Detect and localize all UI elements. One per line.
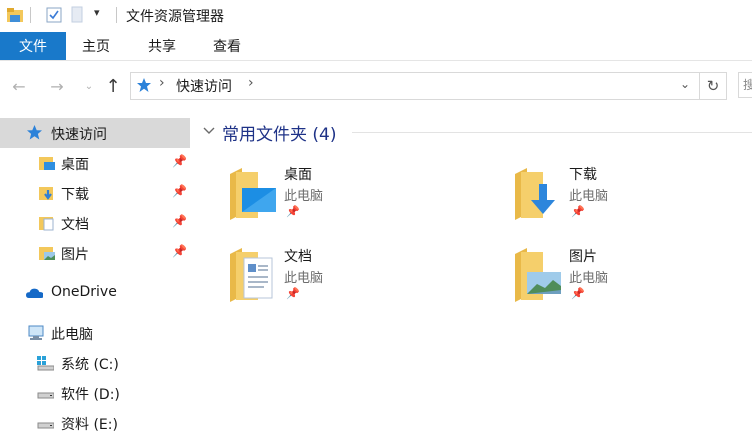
group-collapse-chevron-icon[interactable] [203, 125, 215, 137]
group-title[interactable]: 常用文件夹 (4) [222, 120, 336, 145]
folder-tile-downloads[interactable]: 下载 此电脑 📌 [507, 160, 747, 226]
documents-folder-icon [39, 217, 54, 231]
downloads-folder-icon [39, 187, 53, 200]
recent-locations-icon[interactable]: ⌄ [78, 75, 100, 97]
sidebar-label: OneDrive [51, 284, 117, 300]
breadcrumb-chevron-icon[interactable]: › [248, 75, 254, 91]
folder-tile-documents[interactable]: 文档 此电脑 📌 [222, 242, 482, 308]
refresh-button[interactable]: ↻ [700, 72, 727, 100]
sidebar-item-pictures[interactable]: 图片 📌 [0, 238, 190, 268]
search-input[interactable]: 搜 [738, 72, 752, 98]
tile-name: 桌面 [284, 167, 312, 183]
pin-icon: 📌 [571, 205, 585, 218]
refresh-icon: ↻ [706, 77, 720, 95]
forward-arrow-icon[interactable]: → [46, 75, 68, 97]
breadcrumb-chevron-icon[interactable]: › [159, 75, 165, 91]
drive-icon [37, 422, 54, 429]
sidebar-label: 图片 [61, 247, 89, 263]
sidebar-item-desktop[interactable]: 桌面 📌 [0, 148, 190, 178]
desktop-folder-icon [39, 157, 55, 170]
address-location[interactable]: 快速访问 [176, 76, 232, 96]
tile-location: 此电脑 [284, 189, 324, 204]
sidebar-label: 此电脑 [51, 327, 93, 343]
title-separator [116, 7, 117, 23]
pin-icon: 📌 [286, 287, 300, 300]
folder-tile-desktop[interactable]: 桌面 此电脑 📌 [222, 160, 482, 226]
window-title: 文件资源管理器 [126, 9, 224, 25]
tile-name: 图片 [569, 249, 597, 265]
tile-location: 此电脑 [569, 271, 609, 286]
sidebar-item-downloads[interactable]: 下载 📌 [0, 178, 190, 208]
tile-location: 此电脑 [284, 271, 324, 286]
pin-icon[interactable]: 📌 [172, 214, 187, 228]
sidebar-item-drive-e[interactable]: 资料 (E:) [0, 408, 190, 438]
tab-share[interactable]: 共享 [148, 32, 176, 60]
tile-name: 下载 [569, 167, 597, 183]
tile-location: 此电脑 [569, 189, 609, 204]
documents-folder-icon [230, 248, 273, 302]
pin-icon: 📌 [286, 205, 300, 218]
sidebar-label: 系统 (C:) [61, 357, 119, 373]
sidebar-item-drive-c[interactable]: 系统 (C:) [0, 348, 190, 378]
tile-name: 文档 [284, 249, 312, 265]
sidebar-item-documents[interactable]: 文档 📌 [0, 208, 190, 238]
quick-access-separator [30, 7, 31, 23]
ribbon-bar [0, 32, 752, 61]
pin-icon[interactable]: 📌 [172, 184, 187, 198]
system-drive-icon [37, 356, 54, 371]
new-folder-icon[interactable] [70, 6, 84, 24]
quick-access-star-icon [137, 78, 151, 92]
sidebar-label: 资料 (E:) [61, 417, 118, 433]
quick-access-star-icon [27, 125, 42, 140]
computer-icon [28, 325, 44, 340]
title-bar [0, 0, 752, 30]
desktop-folder-icon [230, 168, 276, 220]
sidebar-item-this-pc[interactable]: 此电脑 [0, 318, 190, 348]
sidebar-label: 文档 [61, 217, 89, 233]
downloads-folder-icon [515, 168, 555, 220]
group-divider [352, 132, 752, 133]
sidebar-label: 桌面 [61, 157, 89, 173]
onedrive-cloud-icon [26, 288, 43, 298]
explorer-app-icon[interactable] [6, 6, 24, 24]
pin-icon: 📌 [571, 287, 585, 300]
sidebar-label-quick-access: 快速访问 [51, 127, 107, 143]
properties-icon[interactable] [45, 6, 63, 24]
drive-icon [37, 392, 54, 399]
sidebar-item-drive-d[interactable]: 软件 (D:) [0, 378, 190, 408]
tab-file[interactable]: 文件 [0, 32, 66, 60]
folder-tile-pictures[interactable]: 图片 此电脑 📌 [507, 242, 747, 308]
pin-icon[interactable]: 📌 [172, 154, 187, 168]
customize-toolbar-dropdown-icon[interactable]: ▾ [94, 6, 100, 19]
sidebar-label: 软件 (D:) [61, 387, 120, 403]
sidebar-label: 下载 [61, 187, 89, 203]
pictures-folder-icon [515, 248, 561, 302]
address-history-dropdown-icon[interactable]: ⌄ [680, 77, 690, 91]
up-arrow-icon[interactable]: ↑ [102, 75, 124, 97]
pictures-folder-icon [39, 247, 55, 260]
back-arrow-icon[interactable]: ← [8, 75, 30, 97]
pin-icon[interactable]: 📌 [172, 244, 187, 258]
tab-view[interactable]: 查看 [213, 32, 241, 60]
tab-home[interactable]: 主页 [82, 32, 110, 60]
sidebar-item-onedrive[interactable]: OneDrive [0, 278, 190, 308]
